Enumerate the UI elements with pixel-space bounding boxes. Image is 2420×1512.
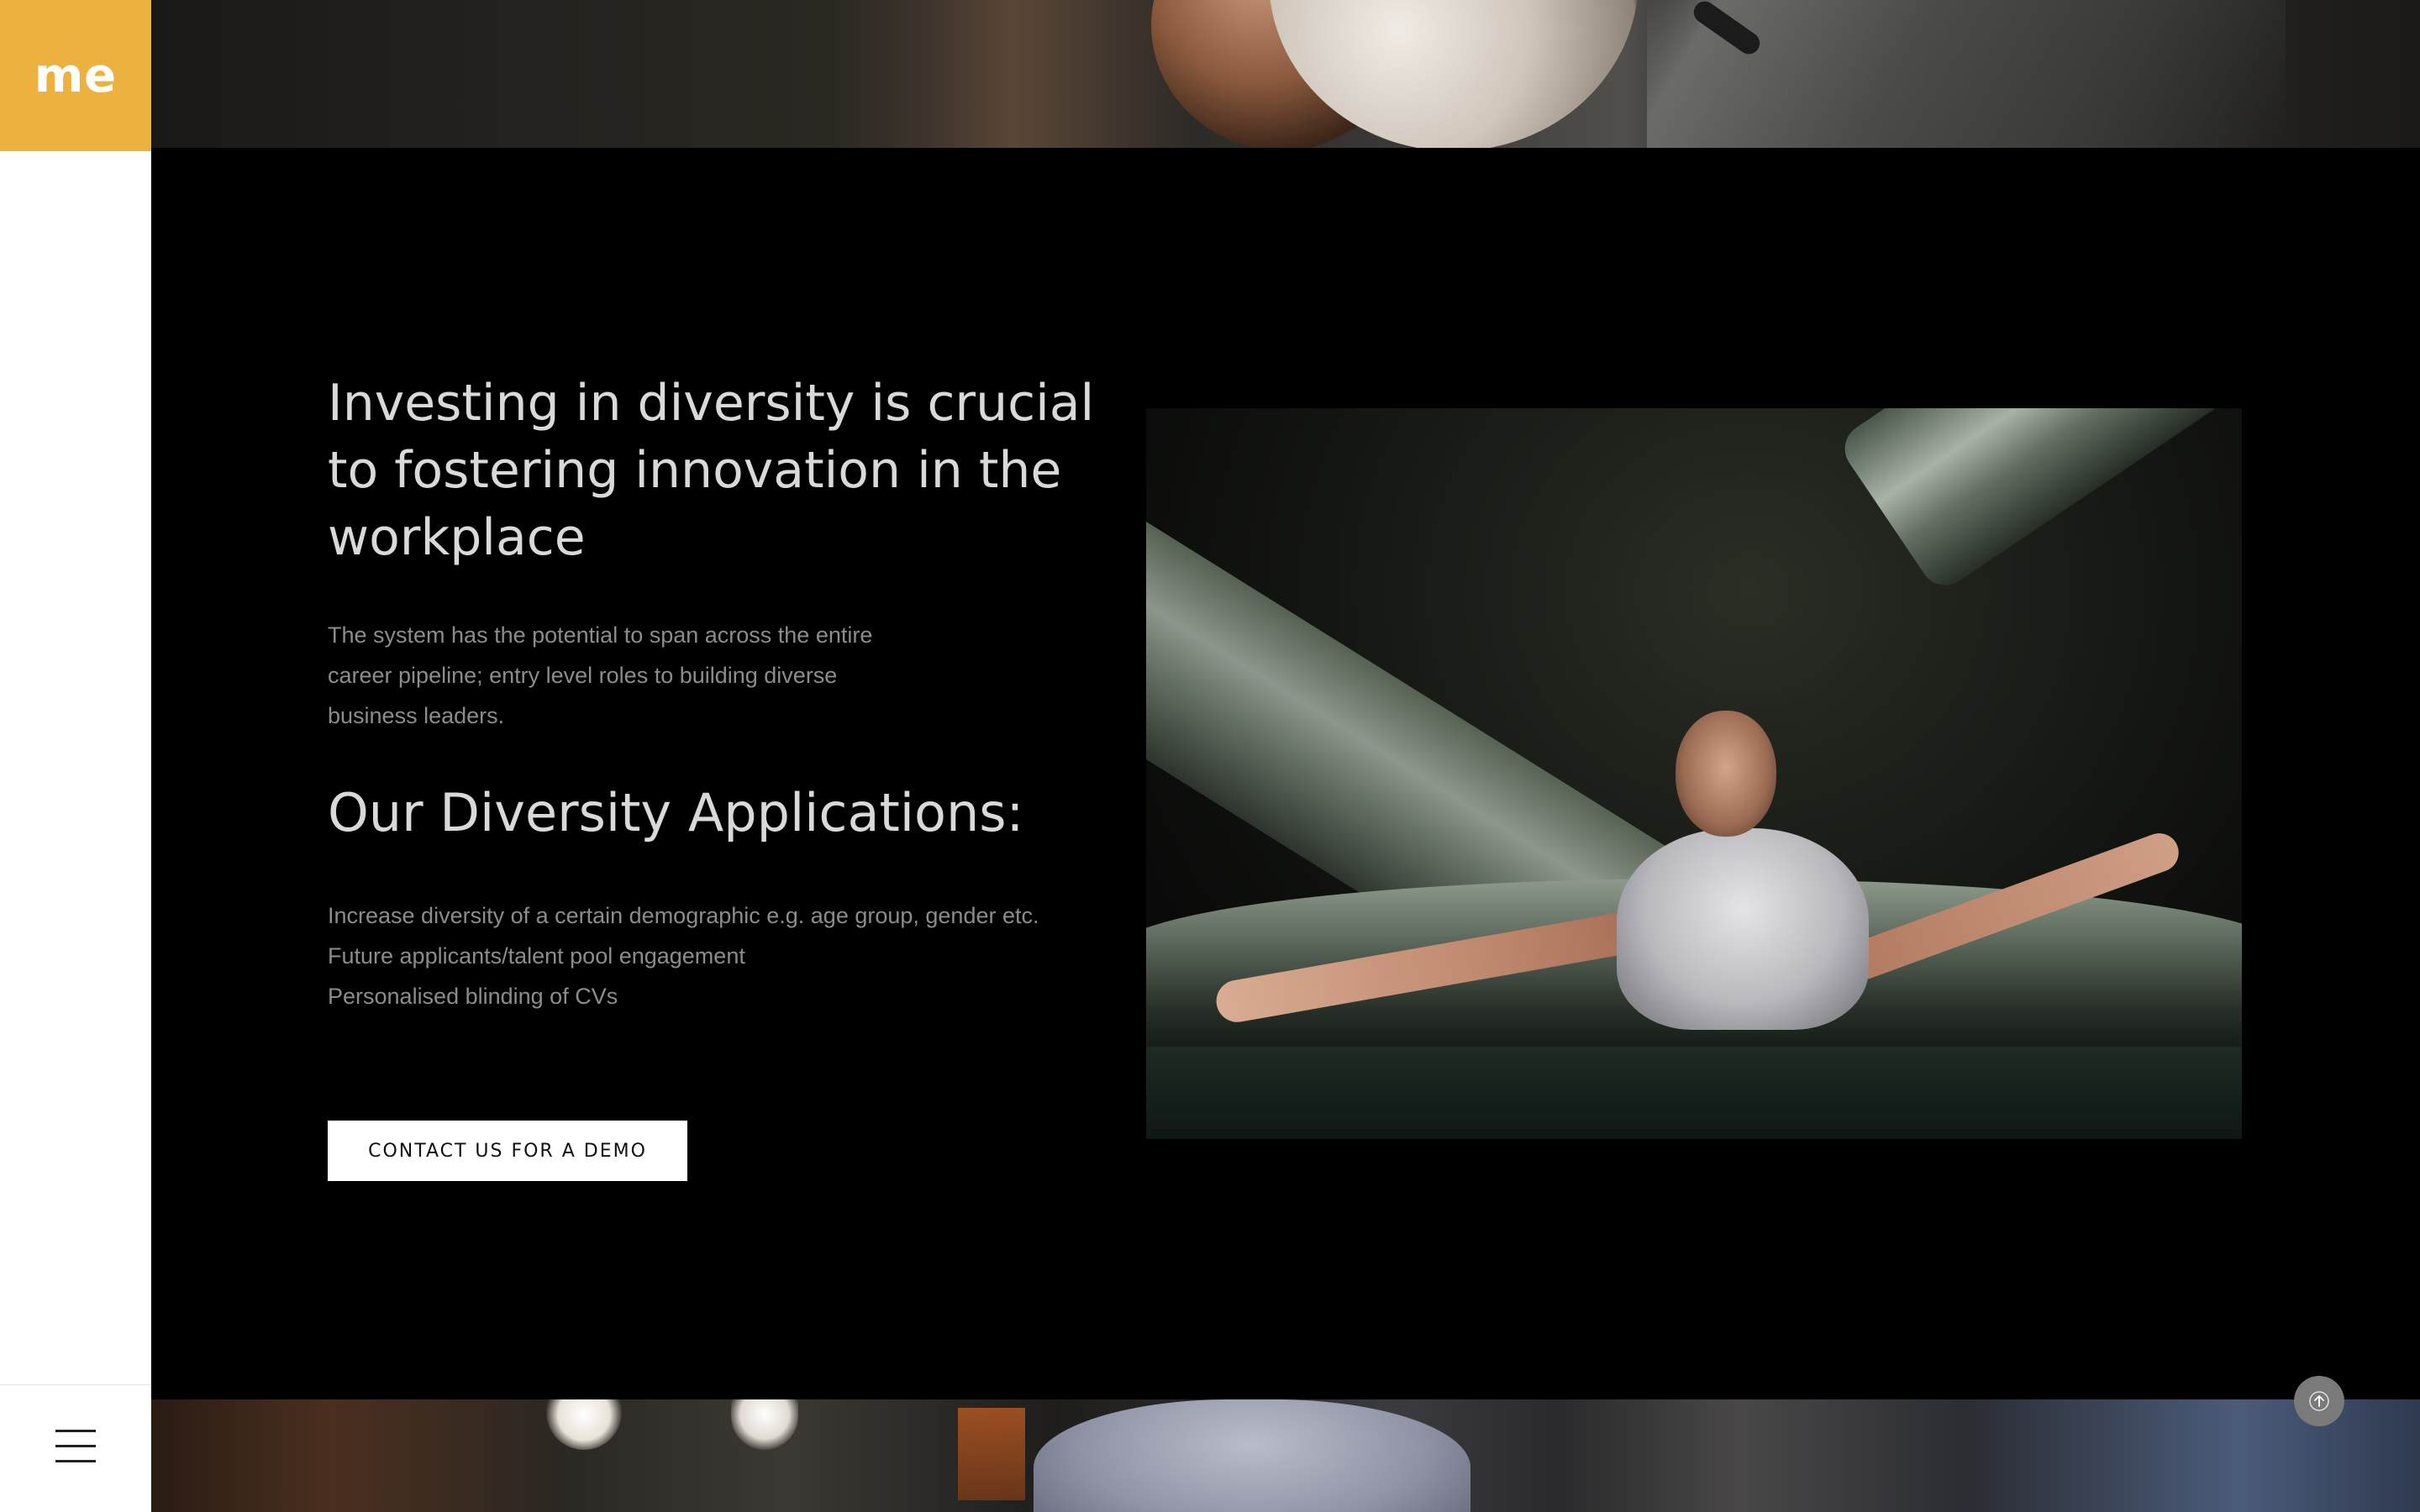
list-item: Personalised blinding of CVs [328, 984, 618, 1009]
section-heading: Investing in diversity is crucial to fos… [328, 374, 1095, 567]
applications-list: Increase diversity of a certain demograp… [328, 895, 1168, 1016]
applications-heading: Our Diversity Applications: [328, 782, 1024, 843]
arrow-up-icon [2309, 1391, 2329, 1411]
list-item: Future applicants/talent pool engagement [328, 943, 745, 969]
section-intro: The system has the potential to span acr… [328, 622, 873, 728]
brand-logo[interactable]: me [0, 0, 151, 151]
hamburger-menu-icon[interactable] [55, 1430, 96, 1463]
bottom-hero-image [151, 1399, 2420, 1512]
scroll-top-button[interactable] [2294, 1376, 2344, 1426]
sidebar-divider [0, 1384, 151, 1385]
top-hero-image [151, 0, 2420, 148]
list-item: Increase diversity of a certain demograp… [328, 903, 1039, 928]
contact-demo-button[interactable]: CONTACT US FOR A DEMO [328, 1121, 687, 1181]
feature-image [1146, 408, 2242, 1139]
sidebar: me [0, 0, 151, 1512]
diversity-section: Investing in diversity is crucial to fos… [151, 148, 2420, 1399]
brand-logo-text: me [34, 48, 118, 103]
